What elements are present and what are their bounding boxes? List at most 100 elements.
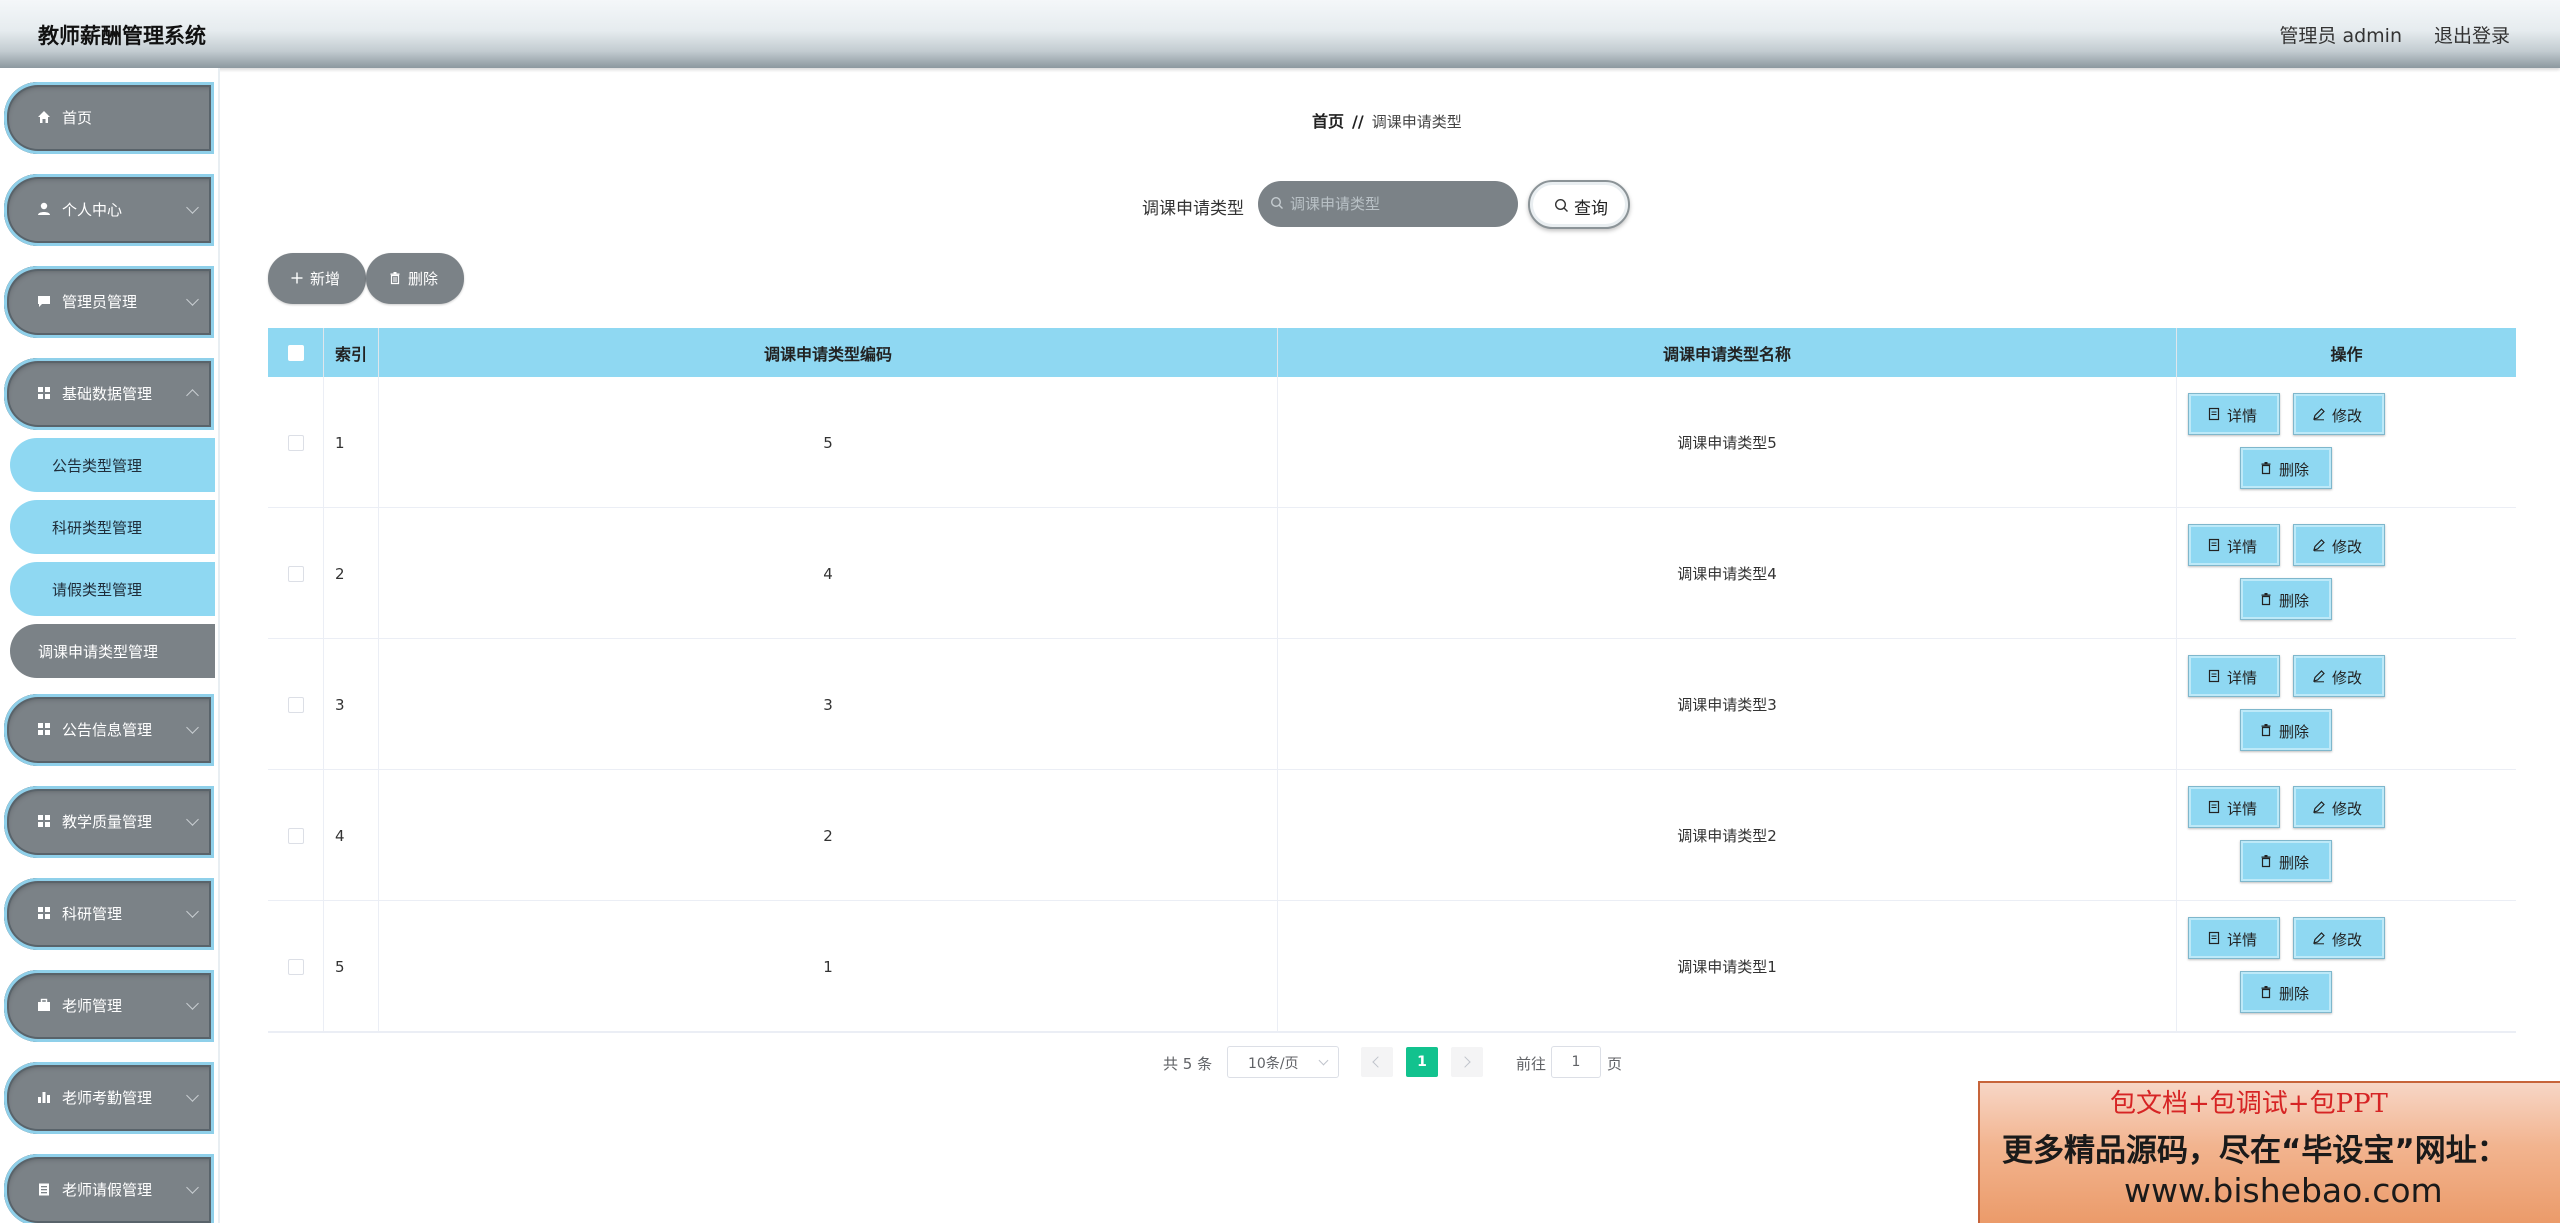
sidebar-subitem-leave-type[interactable]: 请假类型管理 [10, 562, 215, 616]
sidebar-item-teacher[interactable]: 老师管理 [4, 970, 214, 1042]
chevron-down-icon [186, 201, 199, 214]
sidebar-subitem-research-type[interactable]: 科研类型管理 [10, 500, 215, 554]
row-ops-cell: 详情 修改 删除 [2177, 377, 2516, 508]
header-name[interactable]: 调课申请类型名称 [1278, 328, 2177, 377]
sidebar-item-teaching-quality[interactable]: 教学质量管理 [4, 786, 214, 858]
row-delete-button[interactable]: 删除 [2240, 971, 2332, 1013]
add-button[interactable]: 新增 [268, 253, 366, 304]
chevron-down-icon [186, 389, 199, 402]
sidebar-item-label: 老师考勤管理 [62, 1089, 153, 1107]
edit-button[interactable]: 修改 [2293, 917, 2385, 959]
sidebar-item-basic-data[interactable]: 基础数据管理 [4, 358, 214, 430]
data-table: 索引 调课申请类型编码 调课申请类型名称 操作 1 5 调课申请类型5 详情 修… [268, 328, 2516, 1033]
sidebar-item-leave[interactable]: 老师请假管理 [4, 1154, 214, 1223]
row-delete-button-label: 删除 [2279, 854, 2310, 872]
detail-button[interactable]: 详情 [2188, 393, 2280, 435]
bar-chart-icon [38, 1092, 50, 1103]
sidebar-subitem-notice-type[interactable]: 公告类型管理 [10, 438, 215, 492]
header-ops: 操作 [2330, 344, 2363, 364]
row-delete-button[interactable]: 删除 [2240, 709, 2332, 751]
clipboard-icon [39, 1183, 49, 1196]
sidebar-subitem-label: 科研类型管理 [52, 519, 143, 537]
sidebar-item-notice-info[interactable]: 公告信息管理 [4, 694, 214, 766]
add-button-label: 新增 [310, 270, 341, 288]
trash-icon [2261, 855, 2271, 868]
grid-icon [38, 815, 50, 827]
sidebar-subitem-label: 公告类型管理 [52, 457, 143, 475]
sidebar-item-attendance[interactable]: 老师考勤管理 [4, 1062, 214, 1134]
row-delete-button[interactable]: 删除 [2240, 840, 2332, 882]
select-all-checkbox[interactable] [287, 344, 304, 361]
current-user: 管理员 admin [2279, 25, 2402, 47]
row-ops-cell: 详情 修改 删除 [2177, 639, 2516, 770]
row-delete-button[interactable]: 删除 [2240, 447, 2332, 489]
grid-icon [38, 387, 50, 399]
edit-button[interactable]: 修改 [2293, 655, 2385, 697]
promo-banner: 包文档+包调试+包PPT 更多精品源码，尽在“毕设宝”网址： www.bishe… [1978, 1081, 2560, 1223]
page-size-value: 10条/页 [1248, 1056, 1299, 1072]
pencil-icon [2313, 539, 2325, 552]
goto-page-input[interactable] [1552, 1047, 1600, 1077]
row-ops-cell: 详情 修改 删除 [2177, 508, 2516, 639]
sidebar-item-home[interactable]: 首页 [4, 82, 214, 154]
header-checkbox-cell [268, 328, 324, 377]
page-number-current[interactable]: 1 [1406, 1047, 1438, 1077]
chevron-down-icon [186, 813, 199, 826]
bulk-delete-button-label: 删除 [408, 270, 439, 288]
edit-button-label: 修改 [2332, 538, 2363, 556]
pencil-icon [2313, 801, 2325, 814]
promo-line-1: 包文档+包调试+包PPT [2110, 1089, 2388, 1119]
promo-line-2: 更多精品源码，尽在“毕设宝”网址： [2002, 1133, 2508, 1169]
header-code[interactable]: 调课申请类型编码 [379, 328, 1278, 377]
detail-button[interactable]: 详情 [2188, 786, 2280, 828]
bulk-delete-button[interactable]: 删除 [366, 253, 464, 304]
detail-button[interactable]: 详情 [2188, 524, 2280, 566]
next-page-button[interactable] [1451, 1047, 1483, 1077]
sidebar-item-label: 个人中心 [62, 201, 123, 219]
sidebar-item-label: 首页 [62, 109, 93, 127]
sidebar-item-admin[interactable]: 管理员管理 [4, 266, 214, 338]
page-size-select[interactable]: 10条/页 [1227, 1046, 1339, 1078]
edit-button-label: 修改 [2332, 931, 2363, 949]
promo-url: www.bishebao.com [2124, 1171, 2443, 1210]
detail-button[interactable]: 详情 [2188, 917, 2280, 959]
detail-button-label: 详情 [2227, 538, 2258, 556]
search-input-wrapper [1258, 181, 1518, 227]
row-ops-cell: 详情 修改 删除 [2177, 901, 2516, 1032]
row-delete-button-label: 删除 [2279, 592, 2310, 610]
query-button[interactable]: 查询 [1528, 180, 1630, 229]
plus-icon [291, 272, 303, 284]
pencil-icon [2313, 932, 2325, 945]
sidebar-subitem-course-change-type[interactable]: 调课申请类型管理 [10, 624, 215, 678]
trash-icon [2261, 724, 2271, 737]
home-icon [38, 111, 50, 123]
edit-button[interactable]: 修改 [2293, 524, 2385, 566]
row-delete-button[interactable]: 删除 [2240, 578, 2332, 620]
page-unit-label: 页 [1607, 1055, 1623, 1073]
sidebar-item-profile[interactable]: 个人中心 [4, 174, 214, 246]
document-icon [2208, 407, 2220, 421]
breadcrumb: 首页 // 调课申请类型 [1312, 108, 1462, 132]
breadcrumb-home[interactable]: 首页 [1312, 112, 1344, 131]
search-input[interactable] [1290, 191, 1505, 217]
user-icon [38, 202, 50, 215]
detail-button[interactable]: 详情 [2188, 655, 2280, 697]
row-ops-cell: 详情 修改 删除 [2177, 770, 2516, 901]
query-button-label: 查询 [1574, 199, 1608, 219]
chevron-down-icon [1318, 1055, 1329, 1066]
briefcase-icon [38, 998, 50, 1011]
document-icon [2208, 800, 2220, 814]
sidebar-item-research[interactable]: 科研管理 [4, 878, 214, 950]
edit-button[interactable]: 修改 [2293, 786, 2385, 828]
document-icon [2208, 931, 2220, 945]
grid-icon [38, 907, 50, 919]
logout-link[interactable]: 退出登录 [2434, 21, 2510, 48]
goto-label: 前往 [1516, 1055, 1547, 1073]
table-row: 5 1 调课申请类型1 详情 修改 删除 [268, 901, 2516, 1032]
goto-input-wrapper [1551, 1046, 1601, 1078]
sidebar-item-label: 教学质量管理 [62, 813, 153, 831]
document-icon [2208, 538, 2220, 552]
prev-page-button[interactable] [1361, 1047, 1393, 1077]
row-delete-button-label: 删除 [2279, 461, 2310, 479]
edit-button[interactable]: 修改 [2293, 393, 2385, 435]
